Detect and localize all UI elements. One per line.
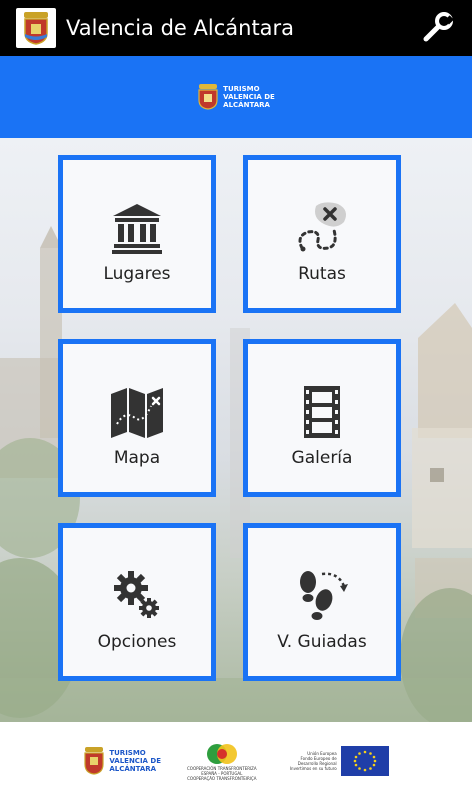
banner-line1: TURISMO xyxy=(223,85,260,93)
tile-label: Galería xyxy=(291,448,353,468)
eu-logo: Unión Europea Fondo Europeo de Desarroll… xyxy=(283,746,389,776)
tile-opciones[interactable]: Opciones xyxy=(58,523,216,681)
bank-icon xyxy=(112,204,162,254)
route-icon xyxy=(298,202,346,252)
tile-rutas[interactable]: Rutas xyxy=(243,155,401,313)
tile-v-guiadas[interactable]: V. Guiadas xyxy=(243,523,401,681)
eu-flag-icon xyxy=(340,746,389,776)
footer-poctep-line1: COOPERACIÓN TRANSFRONTERIZA xyxy=(187,765,257,771)
tourism-banner: TURISMO VALENCIA DE ALCÁNTARA xyxy=(0,56,472,138)
footer-turismo-line1: TURISMO xyxy=(109,749,146,757)
footer-turismo-line2: VALENCIA DE xyxy=(109,757,161,765)
film-icon xyxy=(304,386,340,438)
tile-label: V. Guiadas xyxy=(277,632,367,652)
poctep-logo: COOPERACIÓN TRANSFRONTERIZA ESPAÑA - POR… xyxy=(187,742,257,781)
tile-lugares[interactable]: Lugares xyxy=(58,155,216,313)
coat-of-arms-icon xyxy=(84,747,104,775)
tile-label: Lugares xyxy=(103,264,171,284)
tile-label: Rutas xyxy=(298,264,346,284)
eu-logo-text: Unión Europea Fondo Europeo de Desarroll… xyxy=(283,751,337,771)
banner-text: TURISMO VALENCIA DE ALCÁNTARA xyxy=(223,85,275,109)
footer-poctep-line3: COOPERAÇÃO TRANSFRONTEIRIÇA xyxy=(187,775,257,781)
banner-line2: VALENCIA DE xyxy=(223,93,275,101)
poctep-logo-text: COOPERACIÓN TRANSFRONTERIZA ESPAÑA - POR… xyxy=(187,766,257,781)
footer-eu-line4: Invertimos en su futuro xyxy=(289,766,337,771)
footsteps-icon xyxy=(300,571,348,620)
app-title: Valencia de Alcántara xyxy=(66,16,295,40)
tile-label: Mapa xyxy=(113,448,161,468)
poctep-icon xyxy=(206,743,237,764)
tile-mapa[interactable]: Mapa xyxy=(58,339,216,497)
tile-label: Opciones xyxy=(97,632,177,652)
footer-turismo-line3: ALCÁNTARA xyxy=(109,765,157,773)
turismo-logo-text: TURISMO VALENCIA DE ALCÁNTARA xyxy=(109,749,161,773)
turismo-logo: TURISMO VALENCIA DE ALCÁNTARA xyxy=(83,747,161,775)
app-bar: Valencia de Alcántara xyxy=(0,0,472,56)
wrench-icon[interactable] xyxy=(420,11,456,45)
coat-of-arms-icon xyxy=(198,84,218,110)
gears-icon xyxy=(114,571,159,618)
tile-galeria[interactable]: Galería xyxy=(243,339,401,497)
app-logo xyxy=(16,8,56,48)
main-content: Lugares Rutas Mapa Galería Opciones V. G… xyxy=(0,138,472,722)
map-icon xyxy=(111,388,163,438)
footer-sponsors: TURISMO VALENCIA DE ALCÁNTARA COOPERACIÓ… xyxy=(0,722,472,800)
banner-line3: ALCÁNTARA xyxy=(223,101,270,109)
